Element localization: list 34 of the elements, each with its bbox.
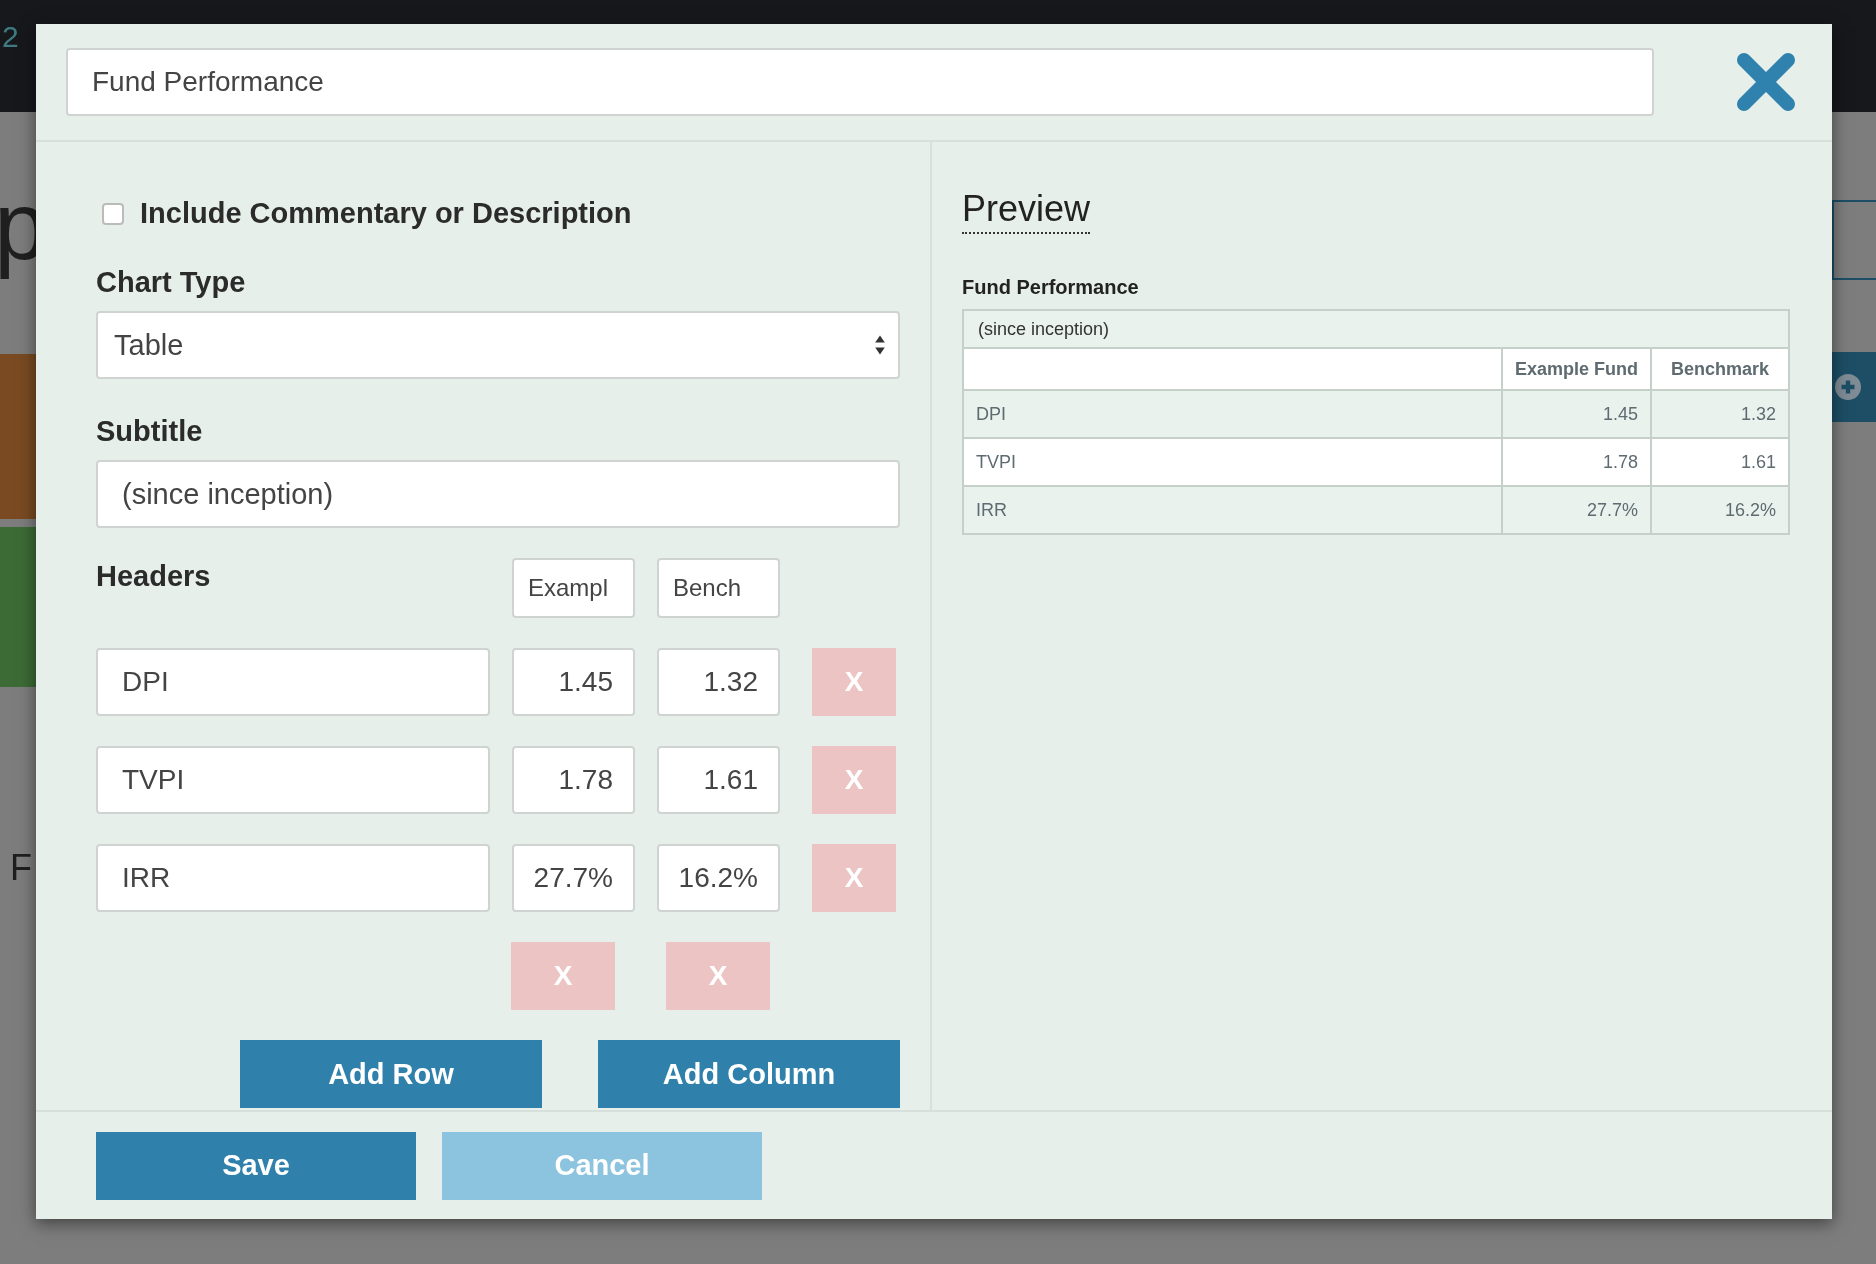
value-field[interactable]: 1.78	[512, 746, 635, 814]
add-column-button[interactable]: Add Column	[598, 1040, 900, 1108]
table-cell: IRR	[963, 486, 1502, 534]
add-icon[interactable]	[1835, 374, 1861, 400]
value-field[interactable]: 1.32	[657, 648, 780, 716]
subtitle-field[interactable]: (since inception)	[96, 460, 900, 528]
table-cell: 27.7%	[1501, 486, 1651, 534]
row-name-field[interactable]: IRR	[96, 844, 490, 912]
add-bar[interactable]	[1832, 352, 1876, 422]
header-field[interactable]: Exampl	[512, 558, 635, 618]
add-row-button[interactable]: Add Row	[240, 1040, 542, 1108]
field-label: Subtitle	[96, 415, 204, 448]
chart-type-select[interactable]: Table	[96, 311, 900, 379]
preview-heading: Preview	[962, 188, 1091, 234]
header-field[interactable]: Bench	[657, 558, 780, 618]
checkbox[interactable]	[102, 202, 124, 225]
table-title: Fund Performance	[962, 276, 1140, 299]
dropdown-arrows-icon	[874, 334, 886, 356]
value-field[interactable]: 27.7%	[512, 844, 635, 912]
table-caption: (since inception)	[963, 310, 1789, 348]
value-field[interactable]: 1.61	[657, 746, 780, 814]
field-label: Headers	[96, 560, 212, 593]
save-button[interactable]: Save	[96, 1131, 416, 1200]
row-name-field[interactable]: TVPI	[96, 746, 490, 814]
value-field[interactable]: 16.2%	[657, 844, 780, 912]
close-icon[interactable]	[1736, 52, 1796, 112]
value-field[interactable]: 1.45	[512, 648, 635, 716]
field-label: Chart Type	[96, 266, 247, 299]
title-field[interactable]: Fund Performance	[66, 48, 1654, 116]
page-text: F	[10, 847, 33, 889]
row-name-field[interactable]: DPI	[96, 648, 490, 716]
page-text: 2	[2, 20, 19, 54]
table-cell: 16.2%	[1651, 486, 1789, 534]
checkbox-label: Include Commentary or Description	[140, 197, 632, 230]
